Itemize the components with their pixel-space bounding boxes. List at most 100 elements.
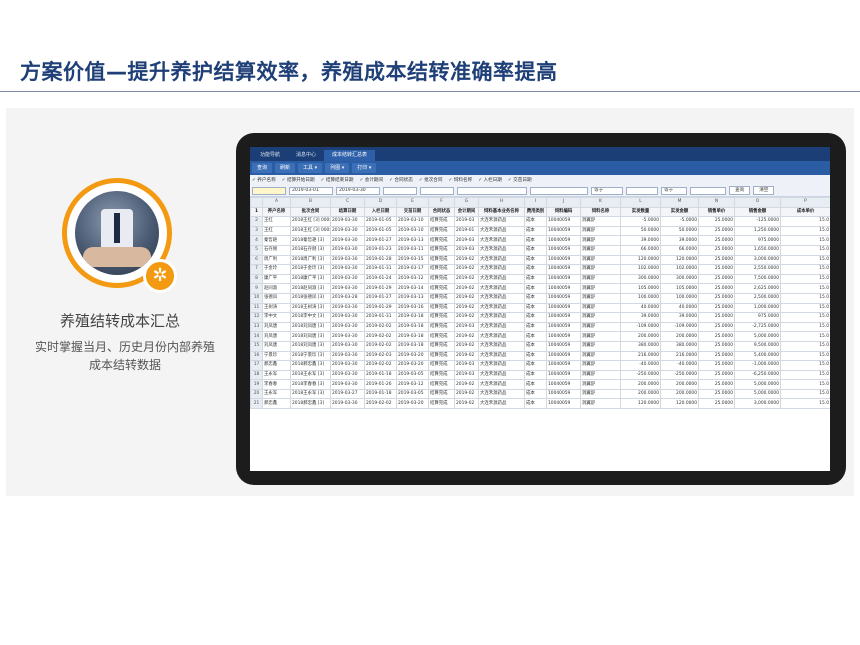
table-cell[interactable]: 25.0000 [698,273,735,285]
operator-select[interactable]: 等于 [591,186,623,195]
table-cell[interactable]: 2019-01-29 [364,283,397,294]
table-cell[interactable]: -5.0000 [620,216,661,227]
column-header[interactable]: 饲料名称 [580,206,621,218]
table-cell[interactable]: 1,000.0000 [734,302,781,314]
table-cell[interactable]: 结算完成 [428,302,455,314]
table-cell[interactable]: 2019-02 [454,264,479,275]
table-cell[interactable]: 大连禾源药品 [478,302,525,314]
table-cell[interactable]: 大连禾源药品 [478,216,525,227]
table-cell[interactable]: 2019-03-30 [330,216,365,227]
table-cell[interactable]: 2,550.0000 [734,264,781,275]
table-cell[interactable]: 2019-01-05 [364,225,397,237]
table-cell[interactable]: 25.0000 [698,244,735,256]
table-cell[interactable]: 成本 [524,360,547,371]
table-cell[interactable]: O [734,197,781,208]
table-cell[interactable]: 105.0000 [620,283,661,294]
table-cell[interactable]: 120.0000 [620,398,661,410]
table-cell[interactable]: 216.0000 [660,350,699,362]
table-cell[interactable]: 2019-03-18 [396,312,429,323]
table-cell[interactable]: 洞翼舒 [580,360,621,371]
table-cell[interactable]: 成本 [524,216,547,227]
table-cell[interactable]: 2019-01-26 [364,379,397,390]
table-row[interactable]: 15 刘凤唐 2018刘凤唐 [3] 2019-03-30 2019-02-02 2019… [250,340,830,352]
table-cell[interactable]: 15.0 [780,225,830,237]
table-cell[interactable]: 15.0 [780,321,830,333]
table-cell[interactable]: 石存刚 [262,244,291,256]
table-cell[interactable]: 洞翼舒 [580,321,621,333]
table-cell[interactable]: 15.0 [780,264,830,275]
table-cell[interactable]: 大连禾源药品 [478,264,525,275]
table-cell[interactable]: 15.0 [780,254,830,266]
table-cell[interactable]: 结算完成 [428,331,455,342]
table-cell[interactable]: 2019-03-16 [396,302,429,314]
column-header[interactable]: 结算日期 [330,206,365,218]
table-cell[interactable]: 15.0 [780,379,830,390]
search-button[interactable]: 查询 [729,186,751,195]
table-cell[interactable]: 10040059 [546,264,581,275]
table-cell[interactable]: 结算完成 [428,379,455,390]
table-cell[interactable]: 大连禾源药品 [478,283,525,294]
table-cell[interactable]: 2019-02-02 [364,321,397,333]
table-cell[interactable]: 2018李春春 [3] [290,379,331,390]
table-cell[interactable]: 结算完成 [428,321,455,333]
table-cell[interactable]: 10040059 [546,312,581,323]
table-cell[interactable]: 结算完成 [428,254,455,266]
table-cell[interactable]: P [780,197,830,208]
table-cell[interactable]: 15.0 [780,273,830,285]
table-cell[interactable]: K [580,197,621,208]
table-row[interactable]: 4 秦哲艳 2018秦哲艳 [3] 2019-03-30 2019-01-27 2019-… [250,235,830,246]
print-menu[interactable]: 打印 ▾ [352,163,377,173]
table-cell[interactable]: L [620,197,661,208]
table-cell[interactable]: 2,625.0000 [734,283,781,294]
table-cell[interactable]: 大连禾源药品 [478,369,525,381]
table-cell[interactable]: 2019-01-31 [364,312,397,323]
table-cell[interactable]: 2019-03-13 [396,292,429,304]
table-cell[interactable]: 2018郝忠鑫 [3] [290,360,331,371]
table-cell[interactable]: 2019-03-30 [330,312,365,323]
table-cell[interactable]: 2018石存刚 [3] [290,244,331,256]
table-cell[interactable]: 5,400.0000 [734,350,781,362]
table-cell[interactable]: 成本 [524,369,547,381]
table-cell[interactable]: 2019-02 [454,398,479,410]
table-cell[interactable]: 2019-03-30 [330,283,365,294]
table-cell[interactable]: 66.0000 [660,244,699,256]
table-cell[interactable]: 25.0000 [698,312,735,323]
table-cell[interactable]: C [330,197,365,208]
table-row[interactable]: 19 李春春 2018李春春 [3] 2019-03-30 2019-01-26 2019… [250,379,830,390]
table-cell[interactable]: 25.0000 [698,292,735,304]
table-cell[interactable]: 10040059 [546,340,581,352]
table-cell[interactable]: 2018王树涛 [3] [290,302,331,314]
table-cell[interactable]: B [290,197,331,208]
table-cell[interactable]: 25.0000 [698,398,735,410]
table-cell[interactable]: 洞翼舒 [580,331,621,342]
table-cell[interactable]: 200.0000 [660,388,699,400]
table-cell[interactable]: 洞翼舒 [580,283,621,294]
table-cell[interactable]: 15.0 [780,340,830,352]
table-cell[interactable]: 赵同淑 [262,283,291,294]
table-cell[interactable]: 大连禾源药品 [478,398,525,410]
table-row[interactable]: 16 宁景珍 2018宁景珍 [3] 2019-03-30 2019-02-03 2019… [250,350,830,362]
table-cell[interactable]: 2018周广利 [3] [290,254,331,266]
column-header[interactable]: 会计期间 [454,206,479,218]
table-cell[interactable]: 成本 [524,283,547,294]
table-cell[interactable]: 2019-03-30 [330,264,365,275]
table-cell[interactable]: 3,000.0000 [734,398,781,410]
table-cell[interactable]: 2018宁景珍 [3] [290,350,331,362]
table-cell[interactable]: 10040059 [546,350,581,362]
column-header[interactable]: 销售单价 [698,206,735,218]
table-cell[interactable]: 2019-02 [454,340,479,352]
table-cell[interactable]: 50.0000 [620,225,661,237]
column-header[interactable]: 合同状态 [428,206,455,218]
table-cell[interactable]: 2018赵同淑 [3] [290,283,331,294]
table-cell[interactable]: 300.0000 [620,273,661,285]
table-cell[interactable]: 成本 [524,379,547,390]
column-header[interactable]: 交苗日期 [396,206,429,218]
table-cell[interactable]: 2018刘凤唐 [3] [290,321,331,333]
table-cell[interactable]: 2018刘凤唐 [3] [290,340,331,352]
table-row[interactable]: 2王红2018王红 [3] 000882019-03-302019-01-052… [250,216,830,227]
table-cell[interactable]: E [396,197,429,208]
table-cell[interactable]: 2019-03 [454,244,479,256]
table-cell[interactable]: 15.0 [780,216,830,227]
table-cell[interactable]: 郝忠鑫 [262,398,291,410]
table-cell[interactable]: 2019-02 [454,283,479,294]
